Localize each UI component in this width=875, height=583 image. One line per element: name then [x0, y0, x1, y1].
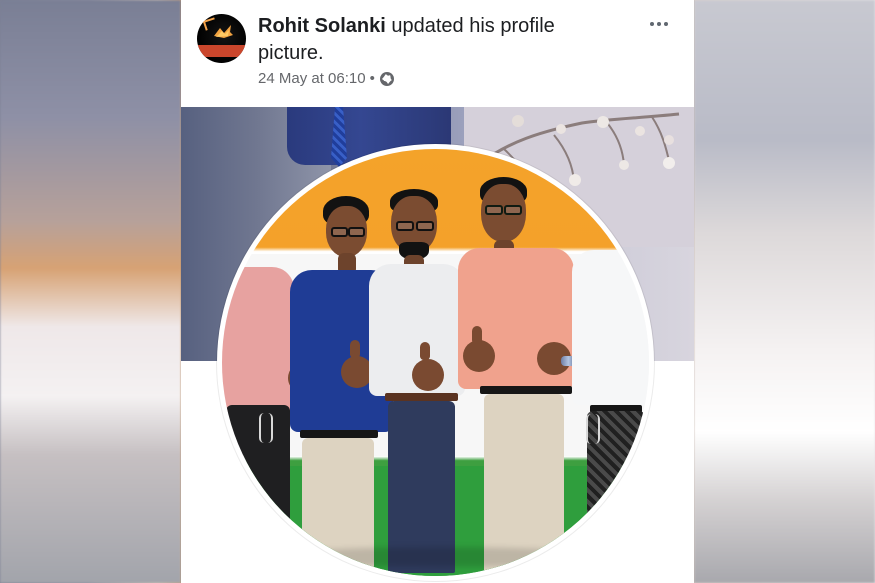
- keychain-icon: [586, 414, 600, 444]
- black-trousers: [226, 405, 290, 550]
- glasses-icon: [416, 221, 434, 231]
- meta-separator: •: [369, 70, 375, 87]
- more-options-dot-icon: [657, 22, 661, 26]
- thumbs-up-icon: [472, 326, 482, 344]
- profile-photo-frame[interactable]: [217, 144, 654, 581]
- background-left: [0, 0, 181, 583]
- belt: [385, 393, 458, 401]
- post-meta: 24 May at 06:10 •: [258, 70, 395, 87]
- author-name[interactable]: Rohit Solanki: [258, 15, 386, 37]
- pink-shirt: [222, 267, 294, 412]
- glasses-icon: [348, 227, 365, 237]
- author-avatar[interactable]: [197, 14, 246, 63]
- post-timestamp[interactable]: 24 May at 06:10: [258, 70, 366, 87]
- keychain-icon: [259, 413, 273, 443]
- hand: [463, 340, 495, 372]
- belt: [300, 430, 378, 438]
- more-options-dot-icon: [664, 22, 668, 26]
- glasses-icon: [396, 221, 414, 231]
- glasses-icon: [485, 205, 503, 215]
- thumbs-up-icon: [420, 342, 430, 360]
- background-right: [694, 0, 875, 583]
- profile-picture-post: Rohit Solanki updated his profile pictur…: [181, 0, 694, 583]
- post-header: Rohit Solanki updated his profile pictur…: [181, 0, 694, 106]
- glasses-icon: [331, 227, 348, 237]
- avatar-band: [197, 45, 246, 57]
- profile-photo[interactable]: [222, 149, 649, 576]
- ground-shadow: [278, 547, 603, 567]
- post-headline: Rohit Solanki updated his profile pictur…: [258, 13, 618, 67]
- more-options-dot-icon: [650, 22, 654, 26]
- glasses-icon: [504, 205, 522, 215]
- more-options-button[interactable]: [647, 14, 671, 34]
- globe-icon[interactable]: [379, 71, 395, 87]
- belt: [480, 386, 572, 394]
- white-shirt-right: [572, 250, 649, 405]
- thumbs-up-icon: [350, 340, 360, 358]
- hand: [412, 359, 444, 391]
